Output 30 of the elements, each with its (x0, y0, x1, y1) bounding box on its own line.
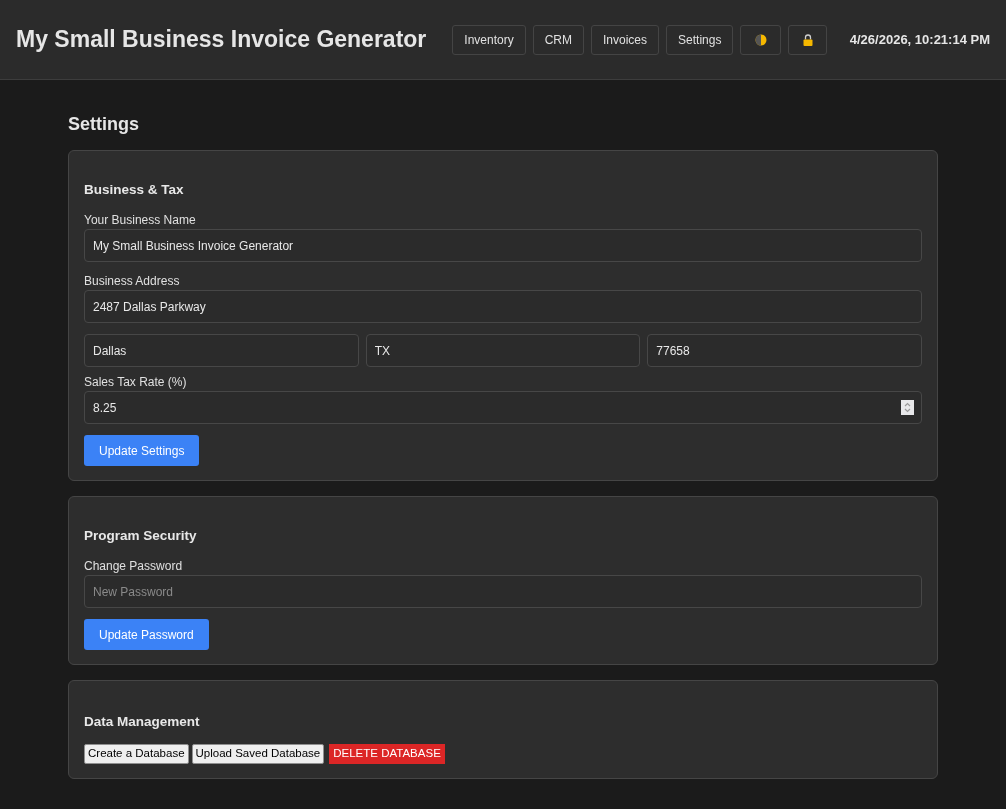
zip-field[interactable]: 77658 (647, 334, 922, 367)
tax-rate-field[interactable]: 8.25 (84, 391, 922, 424)
update-button[interactable]: Update Password (84, 619, 209, 650)
section-heading: Business & Tax (84, 181, 185, 199)
delete-database-button[interactable]: DELETE DATABASE (329, 744, 445, 764)
theme-toggle-button[interactable] (740, 24, 782, 55)
section-heading: Data Management (84, 713, 201, 731)
business-name-field[interactable]: My Small Business Invoice Generator (84, 229, 922, 262)
database-button[interactable]: Create a Database (84, 744, 189, 764)
lock-button[interactable] (788, 24, 828, 55)
business-address-field[interactable]: 2487 Dallas Parkway (84, 290, 922, 323)
page-title: Settings (68, 113, 140, 135)
field-label: Change Password (84, 558, 184, 574)
nav-button[interactable]: Invoices (591, 24, 660, 55)
nav-button[interactable]: CRM (532, 24, 584, 55)
section-heading: Program Security (84, 527, 198, 545)
database-button[interactable]: Upload Saved Database (191, 744, 325, 764)
field-label: Sales Tax Rate (%) (84, 374, 188, 390)
date-time: 4/26/2026, 10:21:14 PM (849, 30, 990, 49)
nav-button[interactable]: Settings (666, 24, 734, 55)
state-field[interactable]: TX (365, 334, 641, 367)
update-button[interactable]: Update Settings (84, 435, 200, 466)
field-label: Business Address (84, 273, 181, 289)
nav-button[interactable]: Inventory (452, 24, 526, 55)
app-title: My Small Business Invoice Generator (16, 25, 427, 55)
field-label: Your Business Name (84, 212, 197, 228)
half-circle-icon (754, 33, 767, 46)
new-password-field[interactable]: New Password (84, 575, 922, 608)
lock-icon (802, 33, 813, 46)
city-field[interactable]: Dallas (84, 334, 359, 367)
